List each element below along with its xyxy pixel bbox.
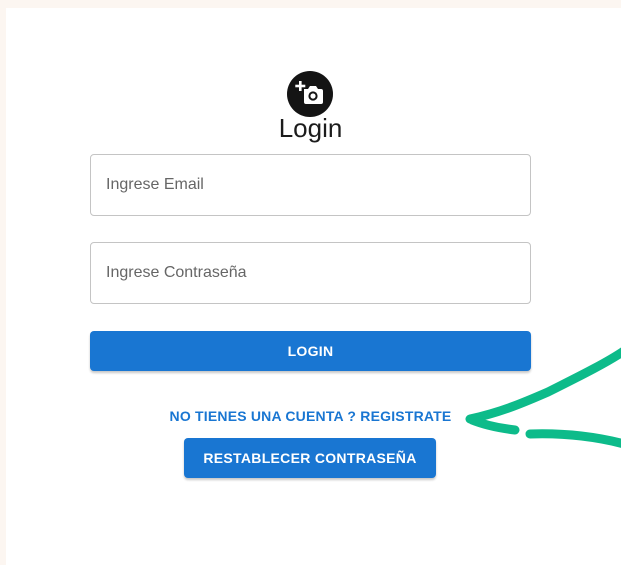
password-field[interactable] — [91, 243, 530, 303]
email-field-container — [90, 154, 531, 216]
email-field[interactable] — [91, 155, 530, 215]
register-link[interactable]: NO TIENES UNA CUENTA ? REGISTRATE — [0, 407, 621, 425]
page-title: Login — [278, 113, 343, 143]
reset-password-button[interactable]: RESTABLECER CONTRASEÑA — [184, 438, 436, 478]
password-field-container — [90, 242, 531, 304]
add-a-photo-icon — [287, 71, 333, 117]
login-button[interactable]: LOGIN — [90, 331, 531, 371]
